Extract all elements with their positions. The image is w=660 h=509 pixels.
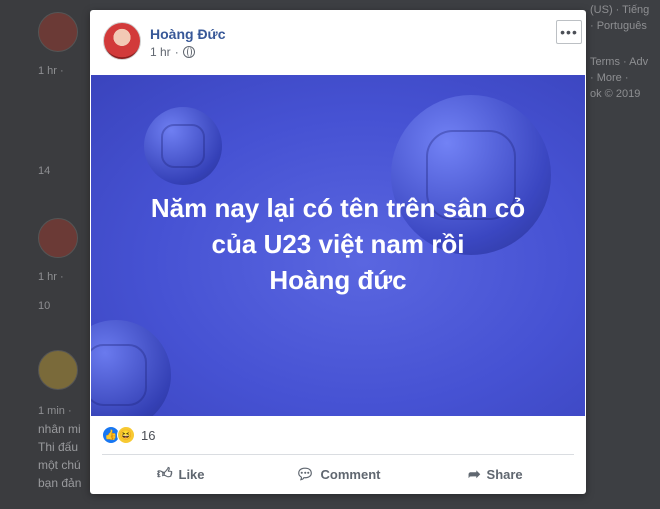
post-text-line: của U23 việt nam rồi (211, 229, 465, 259)
soccer-ball-icon (91, 320, 171, 416)
bg-post-meta: 1 hr · (38, 271, 64, 283)
author-name[interactable]: Hoàng Đức (150, 26, 225, 42)
soccer-ball-icon (144, 107, 222, 185)
share-icon: ➦ (467, 466, 481, 483)
bg-post-meta: 1 min · (38, 405, 72, 417)
post-text: Năm nay lại có tên trên sân cỏ của U23 v… (91, 190, 585, 298)
haha-reaction-icon: 😆 (117, 426, 135, 444)
separator-dot: · (174, 45, 179, 59)
like-label: Like (178, 466, 205, 482)
post-text-line: Hoàng đức (269, 265, 407, 295)
globe-icon (182, 46, 195, 58)
comment-label: Comment (320, 466, 381, 482)
footer-links: · More · (590, 72, 629, 84)
post-time[interactable]: 1 hr (150, 45, 171, 59)
bg-text-line: bạn đản (38, 476, 82, 490)
comment-button[interactable]: 💬︎ Comment (259, 458, 416, 490)
language-links: · Português (590, 20, 647, 32)
action-bar: 👍︎ Like 💬︎ Comment ➦ Share (102, 458, 574, 490)
post-image[interactable]: Năm nay lại có tên trên sân cỏ của U23 v… (91, 75, 585, 416)
thumbs-up-icon: 👍︎ (156, 465, 173, 482)
bg-text-line: nhân mi (38, 422, 81, 436)
bg-avatar (38, 350, 78, 390)
more-options-button[interactable]: ••• (556, 20, 582, 44)
share-button[interactable]: ➦ Share (417, 458, 574, 490)
bg-text-line: một chú (38, 458, 81, 472)
language-links: (US) · Tiếng (590, 4, 650, 16)
post-card: Hoàng Đức 1 hr · ••• Năm nay lại có tên … (90, 10, 586, 494)
divider (102, 454, 574, 455)
bg-text-line: Thi đấu (38, 440, 79, 454)
reactions-summary[interactable]: 👍 😆 16 (102, 426, 155, 444)
share-label: Share (486, 466, 523, 482)
post-meta: 1 hr · (150, 45, 195, 59)
post-text-line: Năm nay lại có tên trên sân cỏ (150, 193, 526, 223)
bg-reaction-count: 14 (38, 165, 51, 177)
footer-links: Terms · Adv (590, 56, 649, 68)
bg-avatar (38, 12, 78, 52)
bg-avatar (38, 218, 78, 258)
reaction-count: 16 (141, 427, 156, 443)
bg-post-meta: 1 hr · (38, 65, 64, 77)
author-avatar[interactable] (103, 22, 141, 60)
copyright: ok © 2019 (590, 88, 641, 100)
like-button[interactable]: 👍︎ Like (102, 458, 259, 490)
comment-icon: 💬︎ (295, 466, 315, 483)
bg-reaction-count: 10 (38, 300, 51, 312)
